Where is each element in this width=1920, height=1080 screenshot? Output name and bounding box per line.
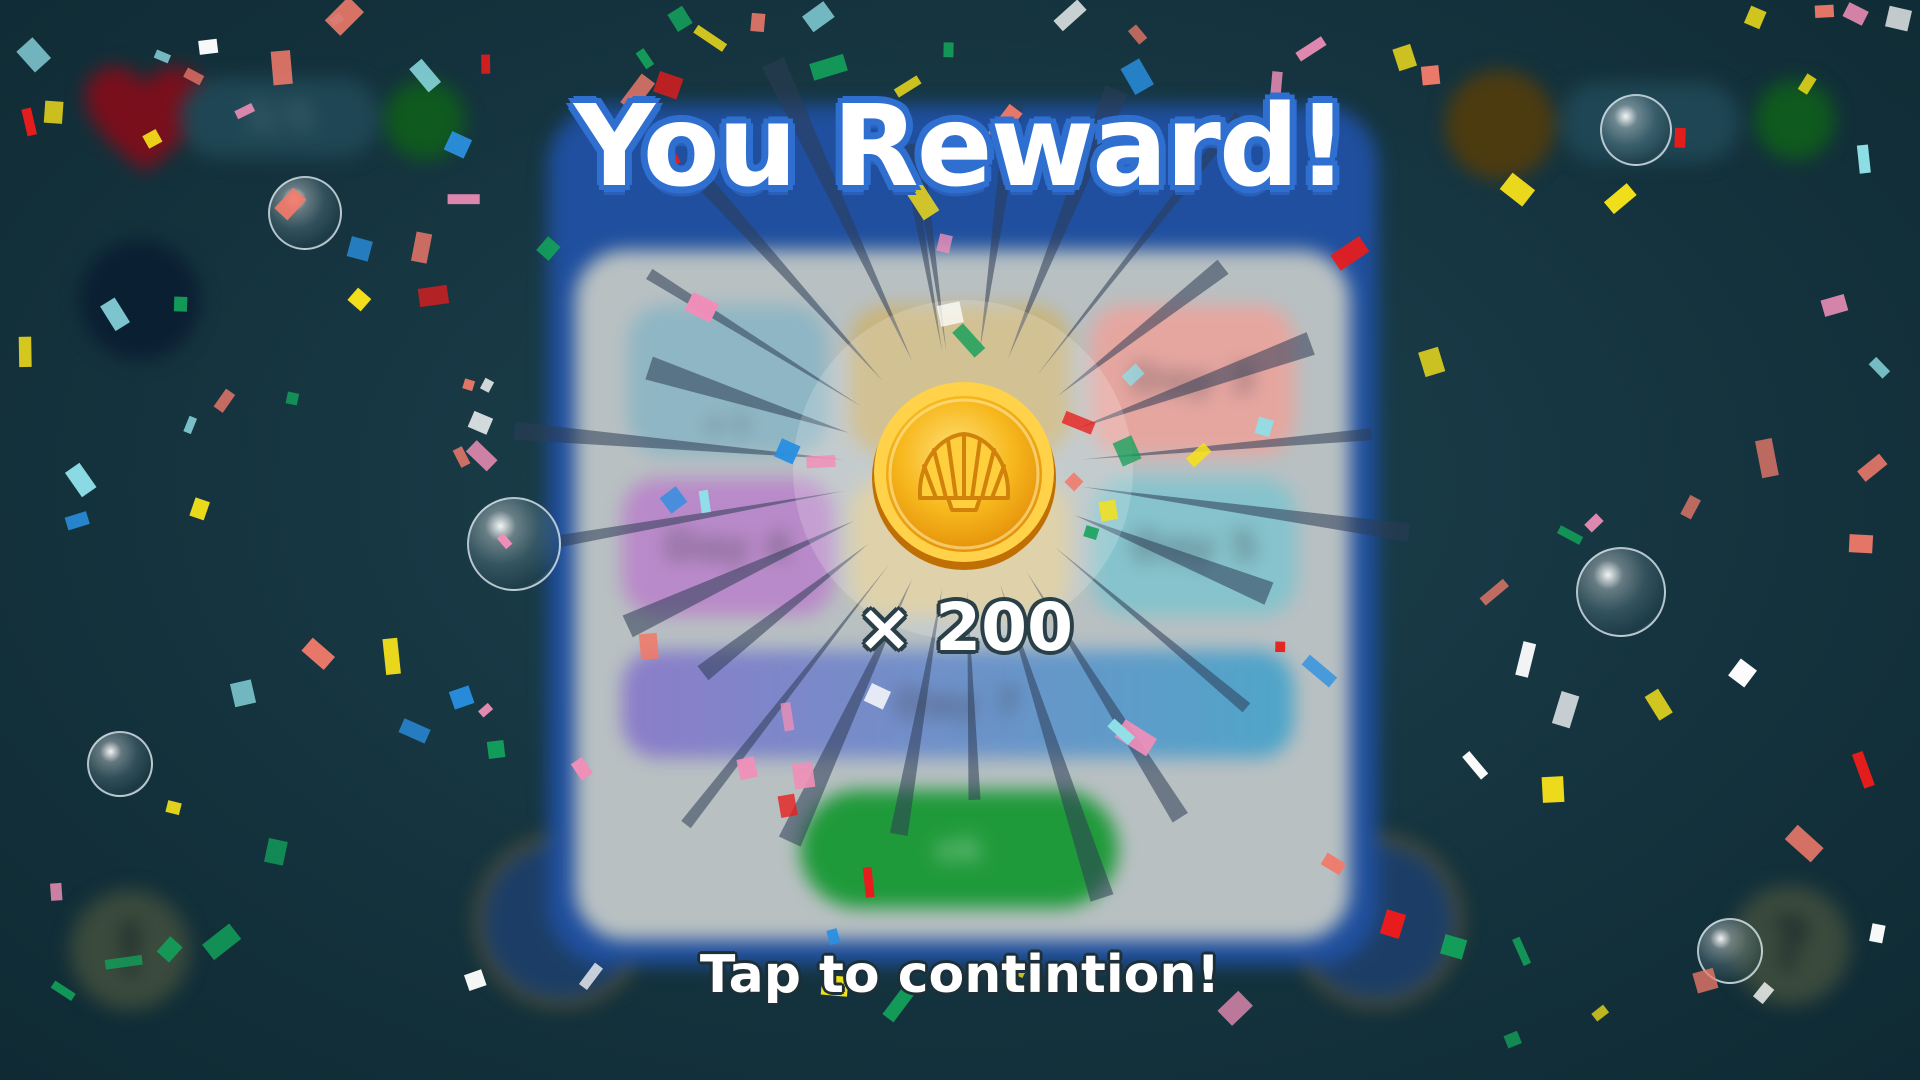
reward-screen: 5/5 ! ? x 1 Day 3 Day 4 Day 5 Day 7 ok Y… [0, 0, 1920, 1080]
tap-to-continue-area[interactable] [0, 0, 1920, 1080]
